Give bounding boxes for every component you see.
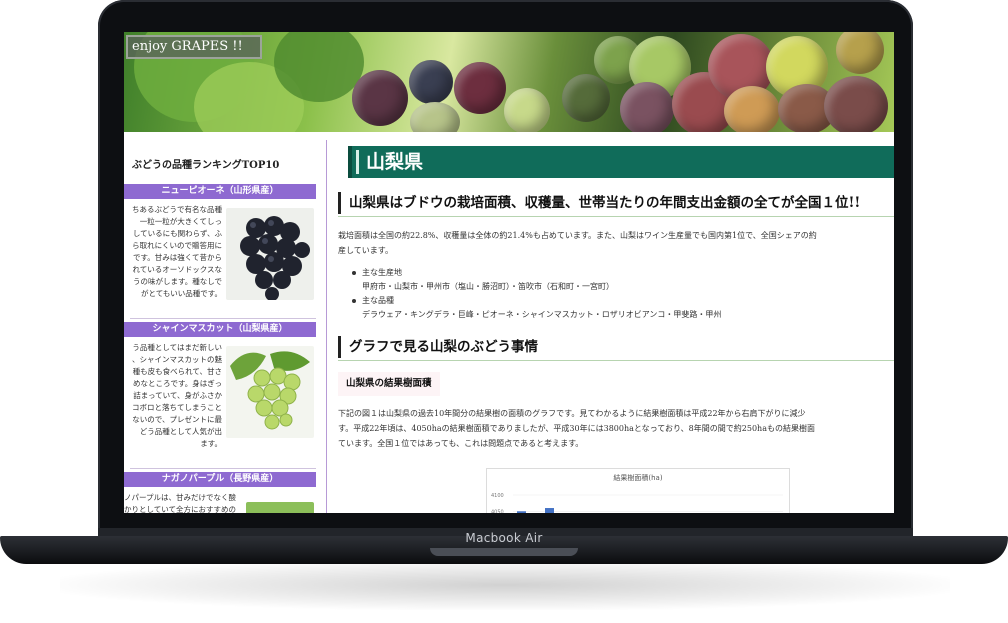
nagano-purple-image bbox=[246, 502, 314, 513]
ranking-sidebar: ぶどうの品種ランキングTOP10 ニューピオーネ（山形県産） ちあるぶどうで有名… bbox=[124, 140, 327, 513]
heading-rule bbox=[338, 216, 894, 217]
browser-screen: enjoy GRAPES !! ぶどうの品種ランキングTOP10 ニューピオーネ… bbox=[124, 32, 894, 513]
paragraph-line: 産しています。 bbox=[338, 246, 393, 255]
hero-banner: enjoy GRAPES !! bbox=[124, 32, 894, 132]
grape-image bbox=[836, 32, 884, 74]
rank-item-text: ちあるぶどうで有名な品種 一粒一粒が大きくてしっ しているにも関わらず、ふ ら取… bbox=[132, 205, 222, 298]
laptop-notch bbox=[430, 548, 578, 556]
rank-divider bbox=[130, 318, 316, 319]
list-item-label: 主な生産地 bbox=[362, 268, 402, 277]
paragraph-line: 下記の図１は山梨県の過去10年間分の結果樹の面積のグラフです。見てわかるように結… bbox=[338, 409, 806, 418]
chart-canvas: 4100 4050 bbox=[491, 493, 783, 513]
paragraph-line: す。平成22年頃は、4050haの結果樹面積でありましたが、平成30年には380… bbox=[338, 424, 815, 433]
rank-item-header[interactable]: ナガノパープル（長野県産） bbox=[124, 472, 316, 487]
rank-item-header[interactable]: ニューピオーネ（山形県産） bbox=[124, 184, 316, 199]
heading-rule bbox=[338, 360, 894, 361]
paragraph-line: ています。全国１位ではあっても、これは問題点であると考えます。 bbox=[338, 439, 584, 448]
chart-bar bbox=[517, 511, 526, 513]
section-heading: 山梨県はブドウの栽培面積、収穫量、世帯当たりの年間支出金額の全てが全国１位!! bbox=[338, 192, 860, 214]
grape-image bbox=[724, 86, 780, 132]
page-title: 山梨県 bbox=[348, 146, 894, 178]
page-title-text: 山梨県 bbox=[366, 151, 424, 173]
list-item: 主な生産地 甲府市・山梨市・甲州市（塩山・勝沼町）・笛吹市（石和町・一宮町） bbox=[338, 266, 894, 294]
rank-item-text: う品種としてはまだ新しい 、シャインマスカットの魅 種も皮も食べられて、甘さ め… bbox=[132, 343, 222, 448]
grape-image bbox=[824, 76, 888, 132]
info-list: 主な生産地 甲府市・山梨市・甲州市（塩山・勝沼町）・笛吹市（石和町・一宮町） 主… bbox=[338, 266, 894, 322]
y-tick-label: 4100 bbox=[491, 493, 504, 499]
section-heading: グラフで見る山梨のぶどう事情 bbox=[338, 336, 538, 358]
bullet-icon bbox=[352, 271, 356, 275]
grape-image bbox=[562, 74, 610, 122]
rank-item-text: ノパープルは、甘みだけでなく酸 かりとしていて全方におすすめの bbox=[124, 493, 237, 513]
device-label: Macbook Air bbox=[465, 531, 543, 545]
rank-divider bbox=[130, 468, 316, 469]
title-accent bbox=[356, 150, 359, 174]
list-item-label: 主な品種 bbox=[362, 296, 394, 305]
bullet-icon bbox=[352, 299, 356, 303]
shine-muscat-image bbox=[226, 346, 314, 438]
device-shadow bbox=[60, 560, 950, 610]
grape-image bbox=[352, 70, 408, 126]
pione-grape-image bbox=[226, 208, 314, 300]
site-brand[interactable]: enjoy GRAPES !! bbox=[126, 35, 262, 59]
sub-heading: 山梨県の結果樹面積 bbox=[338, 372, 440, 396]
rank-item-header[interactable]: シャインマスカット（山梨県産） bbox=[124, 322, 316, 337]
grape-image bbox=[504, 88, 550, 132]
list-item-detail: 甲府市・山梨市・甲州市（塩山・勝沼町）・笛吹市（石和町・一宮町） bbox=[362, 282, 614, 291]
main-content: 山梨県 山梨県はブドウの栽培面積、収穫量、世帯当たりの年間支出金額の全てが全国１… bbox=[336, 140, 894, 513]
y-tick-label: 4050 bbox=[491, 509, 504, 513]
area-chart: 結果樹面積(ha) 4100 4050 bbox=[486, 468, 790, 513]
chart-bar bbox=[545, 508, 554, 513]
grape-image bbox=[410, 102, 460, 132]
list-item: 主な品種 デラウェア・キングデラ・巨峰・ピオーネ・シャインマスカット・ロザリオビ… bbox=[338, 294, 894, 322]
grape-image bbox=[409, 60, 453, 104]
grape-image bbox=[454, 62, 506, 114]
list-item-detail: デラウェア・キングデラ・巨峰・ピオーネ・シャインマスカット・ロザリオビアンコ・甲… bbox=[362, 310, 722, 319]
paragraph-line: 栽培面積は全国の約22.8%、収穫量は全体の約21.4%も占めています。また、山… bbox=[338, 231, 817, 240]
grape-image bbox=[620, 82, 674, 132]
sidebar-title: ぶどうの品種ランキングTOP10 bbox=[132, 160, 280, 171]
